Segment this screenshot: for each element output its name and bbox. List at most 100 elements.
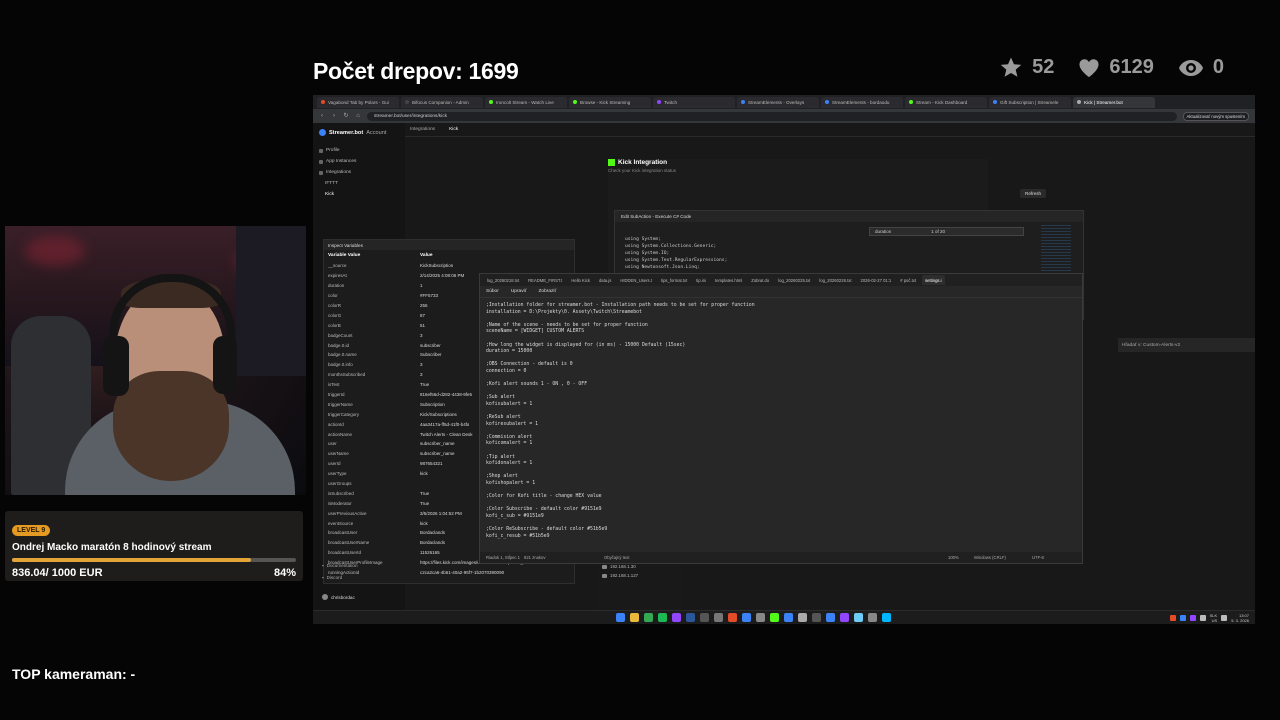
status-eol: Windows (CRLF) [974, 555, 1006, 560]
code-minimap[interactable] [1041, 225, 1071, 275]
text-line [486, 356, 1076, 363]
taskbar-app-icon[interactable] [714, 613, 723, 622]
notepad-tab[interactable]: Zobrat.do [748, 278, 772, 283]
variable-value: Subscriber [420, 352, 442, 358]
taskbar-app-icon[interactable] [756, 613, 765, 622]
browser-tab[interactable]: Twitch [653, 96, 735, 108]
taskbar-app-icon[interactable] [658, 613, 667, 622]
taskbar-app-icon[interactable] [826, 613, 835, 622]
notepad-tab[interactable]: data.js [596, 278, 614, 283]
heart-icon [1079, 58, 1099, 77]
browser-tab[interactable]: Stream - Kick Dashboard [905, 96, 987, 108]
breadcrumb-integrations[interactable]: Integrations [410, 127, 435, 132]
taskbar-app-icon[interactable] [742, 613, 751, 622]
tray-icon[interactable] [1169, 615, 1176, 621]
variable-name: badge.0.name [328, 352, 357, 358]
code-search-input[interactable]: duration 1 of 20 [869, 227, 1024, 236]
url-field[interactable]: streamer.bot/user/integrations/kick [367, 111, 1177, 121]
browser-tab[interactable]: StreamElements - bordaodu [821, 96, 903, 108]
taskbar-app-icon[interactable] [812, 613, 821, 622]
explorer-item[interactable]: 192.168.1.30 [602, 564, 678, 569]
back-icon[interactable]: ‹ [319, 113, 325, 119]
taskbar-app-icon[interactable] [630, 613, 639, 622]
browser-addressbar: ‹ › ↻ ⌂ streamer.bot/user/integrations/k… [313, 109, 1255, 123]
taskbar-app-icon[interactable] [700, 613, 709, 622]
footer-user[interactable]: chrisbordac [322, 594, 355, 600]
sidebar-item-integrations[interactable]: Integrations [319, 170, 399, 175]
variable-row[interactable]: __source KickSubscription [324, 261, 574, 271]
taskbar-app-icon[interactable] [728, 613, 737, 622]
system-clock[interactable]: 13:07 5. 3. 2026 [1231, 613, 1249, 623]
footer-label: Discord [326, 575, 343, 580]
explorer-item[interactable]: 192.168.1.127 [602, 573, 678, 578]
forward-icon[interactable]: › [331, 113, 337, 119]
browser-tab[interactable]: Bifocus Companion - Admin [401, 96, 483, 108]
sidebar-item-kick[interactable]: Kick [319, 192, 399, 197]
browser-tab[interactable]: Gift Subscription | Streamele [989, 96, 1071, 108]
taskbar-app-icon[interactable] [644, 613, 653, 622]
notepad-tab[interactable]: HIDDEN_Users.t [617, 278, 655, 283]
footer-documentation[interactable]: ▪ Documentation [322, 563, 358, 568]
account-label[interactable]: Account [366, 130, 386, 136]
notepad-tab[interactable]: log_20260225.txt [775, 278, 813, 283]
variable-name: duration [328, 283, 345, 289]
menu-file[interactable]: Súbor [486, 289, 499, 294]
notepad-text[interactable]: ;Installation folder for streamer.bot - … [480, 298, 1082, 548]
taskbar-app-icon[interactable] [882, 613, 891, 622]
notepad-tab[interactable]: # poč.txt [897, 278, 919, 283]
browser-tab[interactable]: Ironcolt Stream - Watch Live [485, 96, 567, 108]
sidebar-item-ifttt[interactable]: IFTTT [319, 181, 399, 186]
notepad-tab[interactable]: tips_format.txt [658, 278, 690, 283]
avatar [322, 594, 328, 600]
variable-row[interactable]: runningActionId c2ca2ca6-4b61-40a2-95f7-1… [324, 568, 574, 578]
tab-label: Twitch [664, 99, 678, 105]
code-body[interactable]: using System; using System.Collections.Ge… [615, 236, 1083, 271]
input-language[interactable]: SLK US [1210, 613, 1218, 623]
notepad-tab[interactable]: README_FIRST.t [525, 278, 565, 283]
text-line: kofi_c_resub = #51b5e9 [486, 533, 550, 539]
taskbar-app-icon[interactable] [798, 613, 807, 622]
explorer-search[interactable]: Hľadať v: Custom-Alerts-v2 [1118, 338, 1255, 352]
text-line: ;Color for Kofi title - change HEX value [486, 494, 602, 500]
status-encoding: UTF-8 [1032, 555, 1044, 560]
notepad-tab[interactable]: Hello Kick [568, 278, 593, 283]
taskbar-app-icon[interactable] [840, 613, 849, 622]
notepad-tab[interactable]: log_20260226.txt [816, 278, 854, 283]
notepad-tab[interactable]: tip.ini [693, 278, 709, 283]
reload-icon[interactable]: ↻ [343, 113, 349, 119]
sidebar-item-profile[interactable]: Profile [319, 148, 399, 153]
refresh-button[interactable]: Refresh [1020, 189, 1047, 198]
text-line: duration = 15000 [486, 349, 533, 355]
text-line: ;Shop alert [486, 474, 518, 480]
taskbar-app-icon[interactable] [854, 613, 863, 622]
taskbar-app-icon[interactable] [686, 613, 695, 622]
taskbar-app-icon[interactable] [784, 613, 793, 622]
taskbar-app-icon[interactable] [868, 613, 877, 622]
taskbar-app-icon[interactable] [672, 613, 681, 622]
wifi-icon[interactable] [1199, 615, 1206, 621]
variable-value: kick [420, 520, 428, 526]
menu-edit[interactable]: Upraviť [511, 289, 527, 294]
browser-tab[interactable]: Browse - Kick Streaming [569, 96, 651, 108]
home-icon[interactable]: ⌂ [355, 113, 361, 119]
update-button[interactable]: Aktualizovať novým spustením [1182, 111, 1249, 121]
variable-name: userPreviousActive [328, 510, 367, 516]
notepad-tab[interactable]: settings.i [922, 275, 945, 285]
notepad-tab[interactable]: 2026-02-27 01:1 [858, 278, 895, 283]
tray-icon[interactable] [1179, 615, 1186, 621]
notepad-tab[interactable]: templates.html [712, 278, 745, 283]
tray-icon[interactable] [1189, 615, 1196, 621]
browser-tab[interactable]: Vagabond Tab by Polars - Gui [317, 96, 399, 108]
footer-discord[interactable]: ▪ Discord [322, 575, 342, 580]
browser-tab[interactable]: StreamElements - Overlays [737, 96, 819, 108]
variable-name: triggerCategory [328, 411, 360, 417]
text-line: kofishopalert = 1 [486, 481, 536, 487]
notepad-tab[interactable]: log_20260218.txt [484, 278, 522, 283]
variable-name: triggerId [328, 392, 345, 398]
menu-view[interactable]: Zobraziť [538, 289, 556, 294]
taskbar-app-icon[interactable] [770, 613, 779, 622]
browser-tab[interactable]: Kick | Streamer.bot [1073, 96, 1155, 108]
volume-icon[interactable] [1221, 615, 1228, 621]
taskbar-app-icon[interactable] [616, 613, 625, 622]
sidebar-item-app-instances[interactable]: App Instances [319, 159, 399, 164]
